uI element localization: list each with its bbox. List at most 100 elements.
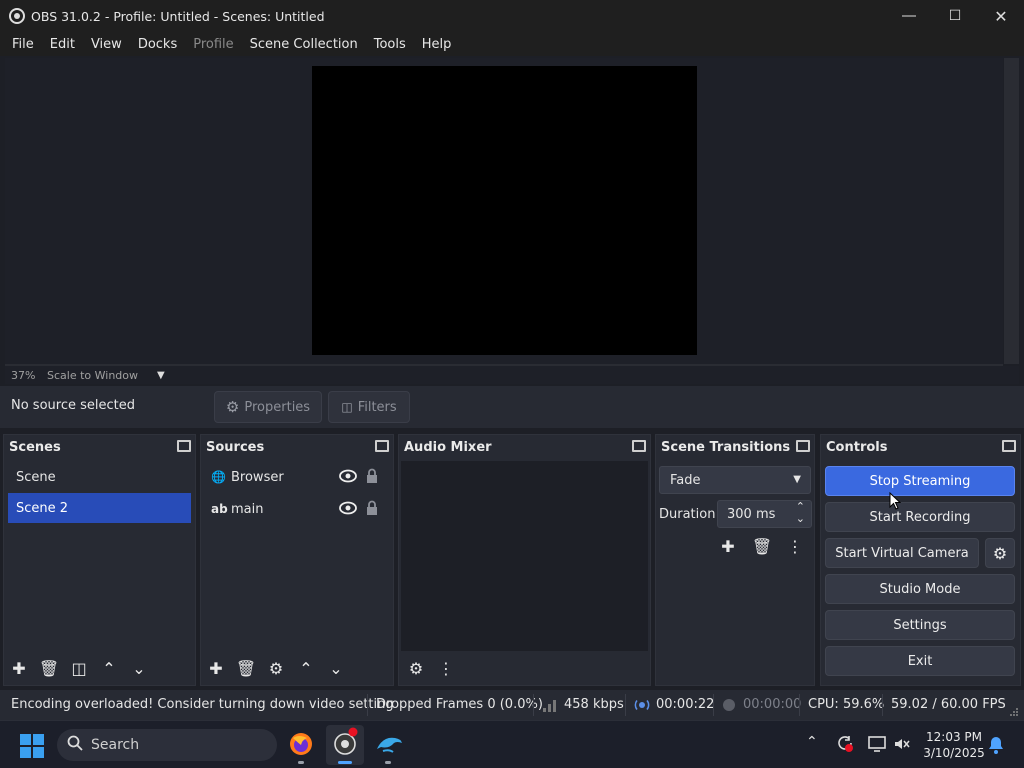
status-divider: [625, 694, 626, 716]
chevron-down-icon[interactable]: ⌄: [321, 653, 351, 683]
close-button[interactable]: ✕: [978, 0, 1024, 32]
clock-time: 12:03 PM: [926, 730, 982, 744]
obs-taskbar-button[interactable]: [326, 725, 364, 765]
filters-button[interactable]: ◫ Filters: [328, 391, 410, 423]
lock-icon[interactable]: [365, 500, 379, 520]
chevron-down-icon[interactable]: ▼: [157, 370, 165, 381]
menu-scene-collection[interactable]: Scene Collection: [242, 37, 366, 52]
list-item[interactable]: Scene: [8, 462, 191, 492]
scenes-list: Scene Scene 2: [6, 461, 193, 651]
menu-tools[interactable]: Tools: [366, 37, 414, 52]
fps: 59.02 / 60.00 FPS: [891, 697, 1006, 712]
studio-mode-button[interactable]: Studio Mode: [825, 574, 1015, 604]
stop-streaming-button[interactable]: Stop Streaming: [825, 466, 1015, 496]
start-recording-button[interactable]: Start Recording: [825, 502, 1015, 532]
menu-file[interactable]: File: [4, 37, 42, 52]
scale-mode-select[interactable]: Scale to Window: [47, 369, 157, 382]
app-indicator: [298, 761, 304, 764]
menu-view[interactable]: View: [83, 37, 130, 52]
controls-dock: Controls Stop Streaming Start Recording …: [820, 434, 1021, 686]
trash-icon[interactable]: 🗑: [34, 653, 64, 683]
status-divider: [882, 694, 883, 716]
taskbar-clock[interactable]: 12:03 PM 3/10/2025: [914, 729, 994, 761]
maximize-button[interactable]: ☐: [932, 0, 978, 32]
menu-edit[interactable]: Edit: [42, 37, 83, 52]
list-item[interactable]: 🌐 Browser: [203, 461, 391, 493]
chevron-down-icon[interactable]: ⌄: [124, 653, 154, 683]
list-item[interactable]: Scene 2: [8, 493, 191, 523]
eye-icon[interactable]: [339, 469, 357, 487]
undock-icon[interactable]: [796, 440, 810, 452]
audio-mixer-toolbar: ⚙ ⋮: [399, 651, 650, 685]
chevron-up-icon[interactable]: ⌃: [806, 734, 818, 750]
record-time: 00:00:00: [743, 697, 802, 712]
network-icon[interactable]: [868, 736, 886, 756]
controls-header: Controls: [821, 435, 1020, 459]
search-icon: [67, 735, 83, 755]
preview-canvas[interactable]: [312, 66, 697, 355]
gear-icon: ⚙: [992, 543, 1008, 563]
settings-button[interactable]: Settings: [825, 610, 1015, 640]
sources-dock: Sources 🌐 Browser ab main ✚ 🗑 ⚙ ⌃ ⌄: [200, 434, 394, 686]
minimize-button[interactable]: ―: [886, 0, 932, 32]
dropped-frames: Dropped Frames 0 (0.0%): [376, 697, 543, 712]
taskbar-search[interactable]: Search: [57, 729, 277, 761]
chevron-up-icon[interactable]: ⌃: [94, 653, 124, 683]
undock-icon[interactable]: [632, 440, 646, 452]
list-item[interactable]: ab main: [203, 493, 391, 525]
menu-docks[interactable]: Docks: [130, 37, 185, 52]
scenes-toolbar: ✚ 🗑 ◫ ⌃ ⌄: [4, 651, 195, 685]
update-icon[interactable]: [836, 735, 854, 757]
exit-button[interactable]: Exit: [825, 646, 1015, 676]
trash-icon[interactable]: 🗑: [231, 653, 261, 683]
transitions-header: Scene Transitions: [656, 435, 814, 459]
trash-icon[interactable]: 🗑: [747, 531, 777, 561]
advanced-audio-gear-icon[interactable]: ⚙: [401, 653, 431, 683]
transition-value: Fade: [670, 472, 701, 488]
eye-icon[interactable]: [339, 501, 357, 519]
notification-bell-icon[interactable]: [988, 736, 1004, 758]
scenes-header: Scenes: [4, 435, 195, 459]
taskbar: Search ⌃ 12:03 PM 3/10/2025: [0, 720, 1024, 768]
dolphin-app-icon[interactable]: [375, 733, 403, 759]
start-virtual-camera-button[interactable]: Start Virtual Camera: [825, 538, 979, 568]
duration-spinbox[interactable]: 300 ms ⌃ ⌄: [717, 500, 812, 528]
filter-icon[interactable]: ◫: [64, 653, 94, 683]
title-bar: OBS 31.0.2 - Profile: Untitled - Scenes:…: [0, 0, 1024, 32]
undock-icon[interactable]: [1002, 440, 1016, 452]
status-divider: [533, 694, 534, 716]
menu-help[interactable]: Help: [414, 37, 460, 52]
undock-icon[interactable]: [375, 440, 389, 452]
search-placeholder: Search: [91, 737, 140, 753]
streaming-icon: [634, 699, 650, 715]
add-icon[interactable]: ✚: [201, 653, 231, 683]
menu-profile[interactable]: Profile: [185, 37, 241, 52]
gear-icon[interactable]: ⚙: [261, 653, 291, 683]
source-toolbar: [0, 386, 1024, 428]
properties-button[interactable]: ⚙ Properties: [214, 391, 322, 423]
windows-start-icon[interactable]: [20, 734, 44, 758]
add-icon[interactable]: ✚: [4, 653, 34, 683]
chevron-down-icon[interactable]: ⌄: [796, 512, 805, 525]
preview-vertical-scrollbar[interactable]: [1004, 58, 1019, 364]
mouse-cursor-icon: [889, 491, 902, 514]
sources-list: 🌐 Browser ab main: [203, 461, 391, 651]
chevron-up-icon[interactable]: ⌃: [291, 653, 321, 683]
audio-mixer-dock: Audio Mixer ⚙ ⋮: [398, 434, 651, 686]
chevron-down-icon: ▼: [793, 474, 801, 485]
scene-transitions-dock: Scene Transitions Fade ▼ Duration 300 ms…: [655, 434, 815, 686]
resize-grip-icon[interactable]: [1009, 706, 1019, 721]
virtual-camera-settings-button[interactable]: ⚙: [985, 538, 1015, 568]
transition-select[interactable]: Fade ▼: [659, 466, 811, 494]
lock-icon[interactable]: [365, 468, 379, 488]
more-options-icon[interactable]: ⋮: [431, 653, 461, 683]
bitrate: 458 kbps: [564, 697, 624, 712]
record-icon: [722, 698, 736, 716]
more-options-icon[interactable]: ⋮: [780, 531, 810, 561]
status-message: Encoding overloaded! Consider turning do…: [11, 697, 394, 712]
firefox-icon[interactable]: [289, 732, 313, 760]
undock-icon[interactable]: [177, 440, 191, 452]
add-icon[interactable]: ✚: [713, 531, 743, 561]
speaker-muted-icon[interactable]: [894, 736, 910, 756]
properties-label: Properties: [244, 399, 311, 415]
